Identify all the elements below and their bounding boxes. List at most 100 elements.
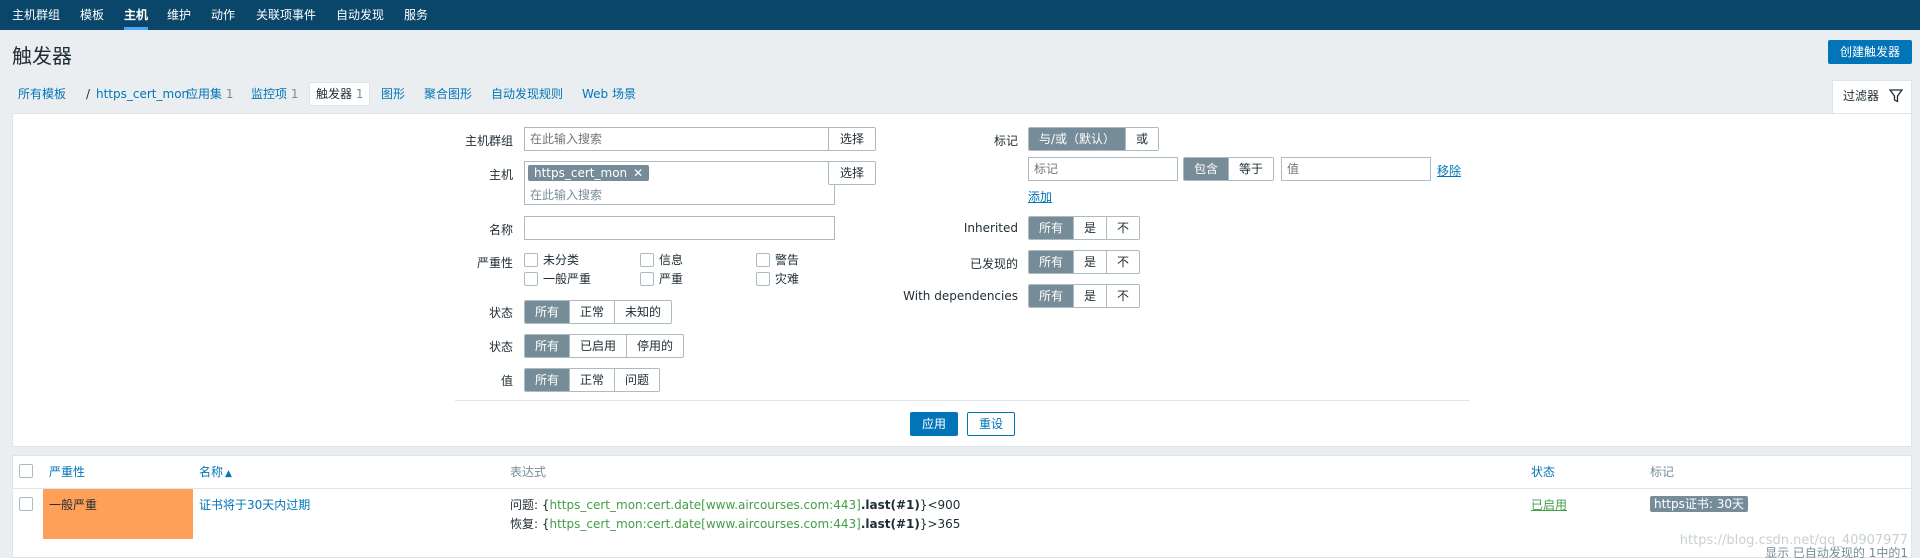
severity-cell: 一般严重 (43, 489, 193, 539)
tab-web-scenarios[interactable]: Web 场景 (582, 82, 636, 106)
severity-information-checkbox[interactable]: 信息 (640, 251, 683, 268)
with-dependencies-label: With dependencies (903, 289, 1018, 303)
column-header-severity[interactable]: 严重性 (49, 456, 85, 488)
with-dependencies-option-yes[interactable]: 是 (1074, 285, 1108, 307)
tab-triggers[interactable]: 触发器 1 (309, 82, 371, 106)
tab-graphs[interactable]: 图形 (381, 82, 405, 106)
host-group-input[interactable] (524, 127, 835, 151)
state-option-normal[interactable]: 正常 (570, 301, 616, 323)
state-label: 状态 (488, 306, 513, 320)
host-chip-label: https_cert_mon (534, 166, 628, 180)
top-navigation: 主机群组 模板 主机 维护 动作 关联项事件 自动发现 服务 (0, 0, 1920, 30)
value-option-all[interactable]: 所有 (525, 369, 571, 391)
inherited-option-yes[interactable]: 是 (1074, 217, 1108, 239)
value-option-problem[interactable]: 问题 (615, 369, 660, 391)
value-option-ok[interactable]: 正常 (570, 369, 616, 391)
value-toggle: 所有 正常 问题 (524, 368, 661, 392)
host-group-select-button[interactable]: 选择 (828, 127, 876, 151)
create-trigger-button[interactable]: 创建触发器 (1828, 40, 1912, 64)
discovered-toggle: 所有 是 不 (1028, 250, 1141, 274)
checkbox-label: 未分类 (543, 253, 580, 267)
status-label: 状态 (488, 340, 513, 354)
tags-mode-or[interactable]: 或 (1126, 128, 1159, 150)
tab-label: 监控项 (251, 87, 288, 101)
discovered-option-all[interactable]: 所有 (1029, 251, 1075, 273)
host-chip[interactable]: https_cert_mon ✕ (528, 165, 650, 181)
recovery-expression: 恢复: {https_cert_mon:cert.date[www.aircou… (510, 515, 960, 532)
tab-screens[interactable]: 聚合图形 (424, 82, 472, 106)
breadcrumb-template[interactable]: https_cert_mon (96, 82, 189, 106)
severity-not-classified-checkbox[interactable]: 未分类 (524, 251, 579, 268)
discovered-option-yes[interactable]: 是 (1074, 251, 1108, 273)
host-search-placeholder[interactable]: 在此输入搜索 (530, 186, 602, 203)
reset-button[interactable]: 重设 (967, 412, 1015, 436)
nav-templates[interactable]: 模板 (80, 0, 104, 30)
expression-item-link[interactable]: https_cert_mon:cert.date[www.aircourses.… (550, 517, 861, 531)
column-header-name[interactable]: 名称 ▲ (199, 456, 232, 488)
breadcrumb-all-templates[interactable]: 所有模板 (18, 82, 66, 106)
severity-high-checkbox[interactable]: 严重 (640, 270, 683, 287)
severity-warning-checkbox[interactable]: 警告 (756, 251, 799, 268)
status-toggle: 所有 已启用 停用的 (524, 334, 685, 358)
checkbox-box (19, 464, 33, 478)
nav-host-groups[interactable]: 主机群组 (12, 0, 60, 30)
filter-tab[interactable]: 过滤器 (1832, 80, 1912, 114)
tab-items[interactable]: 监控项 1 (251, 82, 298, 106)
nav-maintenance[interactable]: 维护 (167, 0, 191, 30)
with-dependencies-option-all[interactable]: 所有 (1029, 285, 1075, 307)
tag-add-link[interactable]: 添加 (1028, 188, 1052, 205)
value-label: 值 (500, 374, 513, 388)
tab-count: 1 (355, 87, 364, 101)
nav-hosts[interactable]: 主机 (124, 0, 149, 30)
with-dependencies-option-no[interactable]: 不 (1107, 285, 1140, 307)
column-header-status[interactable]: 状态 (1531, 456, 1555, 488)
sort-ascending-icon: ▲ (225, 469, 232, 479)
trigger-status-link[interactable]: 已启用 (1531, 496, 1567, 513)
name-input[interactable] (524, 216, 835, 240)
tag-operator-toggle: 包含 等于 (1183, 157, 1275, 181)
inherited-option-no[interactable]: 不 (1107, 217, 1140, 239)
severity-disaster-checkbox[interactable]: 灾难 (756, 270, 799, 287)
row-checkbox[interactable] (19, 497, 38, 511)
expression-function: .last(#1) (860, 498, 920, 512)
tags-mode-and-or[interactable]: 与/或（默认） (1029, 128, 1127, 150)
tab-applications[interactable]: 应用集 1 (186, 82, 233, 106)
tab-label: 触发器 (316, 87, 353, 101)
triggers-table: 严重性 名称 ▲ 表达式 状态 标记 一般严重 证书将于30天内过期 问题: {h… (12, 455, 1912, 558)
nav-actions[interactable]: 动作 (211, 0, 235, 30)
tag-operator-contains[interactable]: 包含 (1184, 158, 1230, 180)
page-title: 触发器 (12, 44, 72, 68)
name-label: 名称 (488, 223, 513, 237)
inherited-option-all[interactable]: 所有 (1029, 217, 1075, 239)
tag-name-input[interactable] (1028, 157, 1178, 181)
tab-discovery-rules[interactable]: 自动发现规则 (491, 82, 563, 106)
expression-item-link[interactable]: https_cert_mon:cert.date[www.aircourses.… (550, 498, 861, 512)
close-icon[interactable]: ✕ (633, 166, 643, 180)
select-all-checkbox[interactable] (19, 464, 38, 478)
nav-event-correlation[interactable]: 关联项事件 (256, 0, 316, 30)
host-multiselect[interactable]: https_cert_mon ✕ 在此输入搜索 (524, 161, 835, 205)
nav-discovery[interactable]: 自动发现 (336, 0, 384, 30)
tag-remove-link[interactable]: 移除 (1437, 162, 1461, 179)
severity-average-checkbox[interactable]: 一般严重 (524, 270, 591, 287)
checkbox-box (524, 272, 538, 286)
tag-operator-equals[interactable]: 等于 (1229, 158, 1274, 180)
trigger-name-link[interactable]: 证书将于30天内过期 (199, 496, 310, 513)
checkbox-box (640, 272, 654, 286)
state-option-unknown[interactable]: 未知的 (615, 301, 672, 323)
checkbox-box (19, 497, 33, 511)
discovered-option-no[interactable]: 不 (1107, 251, 1140, 273)
checkbox-label: 信息 (659, 253, 684, 267)
status-option-disabled[interactable]: 停用的 (627, 335, 684, 357)
state-toggle: 所有 正常 未知的 (524, 300, 673, 324)
status-option-enabled[interactable]: 已启用 (570, 335, 628, 357)
filter-tab-label: 过滤器 (1843, 89, 1880, 103)
checkbox-box (640, 253, 654, 267)
nav-services[interactable]: 服务 (404, 0, 428, 30)
status-option-all[interactable]: 所有 (525, 335, 571, 357)
column-header-expression: 表达式 (510, 465, 547, 479)
state-option-all[interactable]: 所有 (525, 301, 571, 323)
host-select-button[interactable]: 选择 (828, 161, 876, 185)
tag-value-input[interactable] (1281, 157, 1431, 181)
apply-button[interactable]: 应用 (910, 412, 958, 436)
